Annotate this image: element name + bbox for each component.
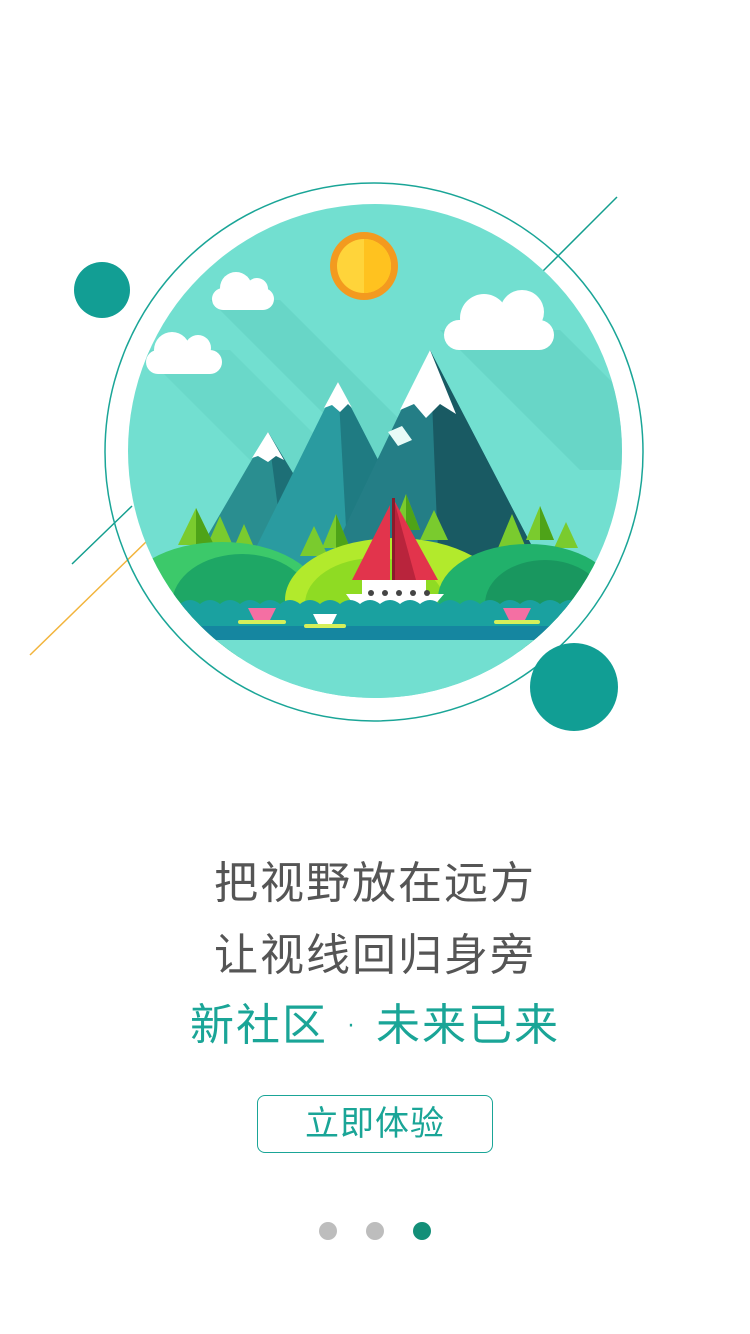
slogan: 新社区 · 未来已来 [190, 1000, 560, 1051]
decor-circle-small [74, 262, 130, 318]
landscape-illustration [29, 182, 644, 731]
headline-line-2: 让视线回归身旁 [214, 930, 536, 981]
page-dot-2[interactable] [366, 1222, 384, 1240]
decor-line-orange [29, 539, 149, 656]
start-experience-button[interactable]: 立即体验 [257, 1095, 493, 1153]
headline-line-1: 把视野放在远方 [214, 858, 536, 909]
decor-line-teal-left [71, 505, 133, 565]
scene [128, 204, 622, 698]
decor-circle-large [530, 643, 618, 731]
page-dot-1[interactable] [319, 1222, 337, 1240]
page-dot-3[interactable] [413, 1222, 431, 1240]
page-indicator [0, 1222, 750, 1240]
